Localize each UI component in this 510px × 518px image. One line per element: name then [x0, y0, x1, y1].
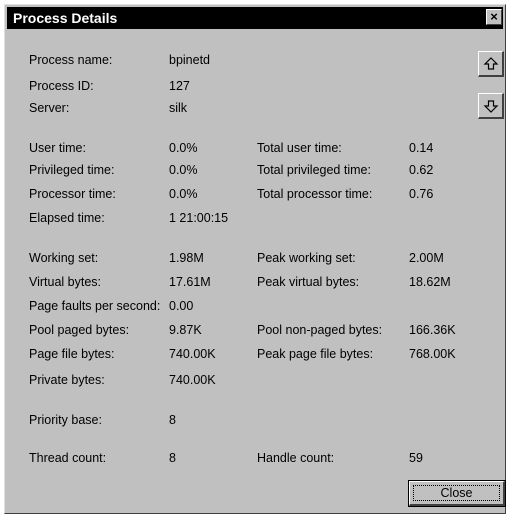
handle-count-label: Handle count:	[257, 451, 335, 465]
peak-page-file-bytes-label: Peak page file bytes:	[257, 347, 374, 361]
total-processor-time-value: 0.76	[409, 187, 434, 201]
arrow-down-icon	[483, 100, 499, 113]
close-button-label: Close	[413, 485, 500, 501]
close-button[interactable]: Close	[408, 480, 506, 507]
privileged-time-label: Privileged time:	[29, 163, 115, 177]
page-file-bytes-value: 740.00K	[169, 347, 216, 361]
pool-paged-bytes-value: 9.87K	[169, 323, 202, 337]
user-time-value: 0.0%	[169, 141, 198, 155]
previous-process-button[interactable]	[478, 51, 504, 77]
peak-virtual-bytes-value: 18.62M	[409, 275, 451, 289]
page-faults-value: 0.00	[169, 299, 194, 313]
privileged-time-value: 0.0%	[169, 163, 198, 177]
close-icon[interactable]: ×	[486, 9, 502, 25]
process-id-label: Process ID:	[29, 79, 94, 93]
working-set-value: 1.98M	[169, 251, 204, 265]
process-id-value: 127	[169, 79, 190, 93]
private-bytes-value: 740.00K	[169, 373, 216, 387]
peak-working-set-value: 2.00M	[409, 251, 444, 265]
process-name-label: Process name:	[29, 53, 113, 67]
total-processor-time-label: Total processor time:	[257, 187, 373, 201]
title-bar: Process Details ×	[7, 7, 503, 29]
priority-base-value: 8	[169, 413, 176, 427]
virtual-bytes-value: 17.61M	[169, 275, 211, 289]
elapsed-time-label: Elapsed time:	[29, 211, 105, 225]
pool-nonpaged-bytes-value: 166.36K	[409, 323, 456, 337]
total-privileged-time-value: 0.62	[409, 163, 434, 177]
process-details-dialog: Process Details × Process name: bpinetd …	[4, 4, 506, 514]
peak-page-file-bytes-value: 768.00K	[409, 347, 456, 361]
total-privileged-time-label: Total privileged time:	[257, 163, 371, 177]
processor-time-value: 0.0%	[169, 187, 198, 201]
handle-count-value: 59	[409, 451, 423, 465]
process-name-value: bpinetd	[169, 53, 211, 67]
peak-working-set-label: Peak working set:	[257, 251, 356, 265]
next-process-button[interactable]	[478, 93, 504, 119]
window-title: Process Details	[13, 10, 118, 26]
thread-count-label: Thread count:	[29, 451, 107, 465]
total-user-time-value: 0.14	[409, 141, 434, 155]
page-faults-label: Page faults per second:	[29, 299, 161, 313]
priority-base-label: Priority base:	[29, 413, 102, 427]
total-user-time-label: Total user time:	[257, 141, 342, 155]
page-file-bytes-label: Page file bytes:	[29, 347, 115, 361]
pool-paged-bytes-label: Pool paged bytes:	[29, 323, 130, 337]
server-value: silk	[169, 101, 188, 115]
pool-nonpaged-bytes-label: Pool non-paged bytes:	[257, 323, 383, 337]
user-time-label: User time:	[29, 141, 86, 155]
server-label: Server:	[29, 101, 70, 115]
private-bytes-label: Private bytes:	[29, 373, 105, 387]
arrow-up-icon	[483, 57, 499, 70]
thread-count-value: 8	[169, 451, 176, 465]
working-set-label: Working set:	[29, 251, 99, 265]
elapsed-time-value: 1 21:00:15	[169, 211, 229, 225]
peak-virtual-bytes-label: Peak virtual bytes:	[257, 275, 360, 289]
virtual-bytes-label: Virtual bytes:	[29, 275, 102, 289]
processor-time-label: Processor time:	[29, 187, 116, 201]
